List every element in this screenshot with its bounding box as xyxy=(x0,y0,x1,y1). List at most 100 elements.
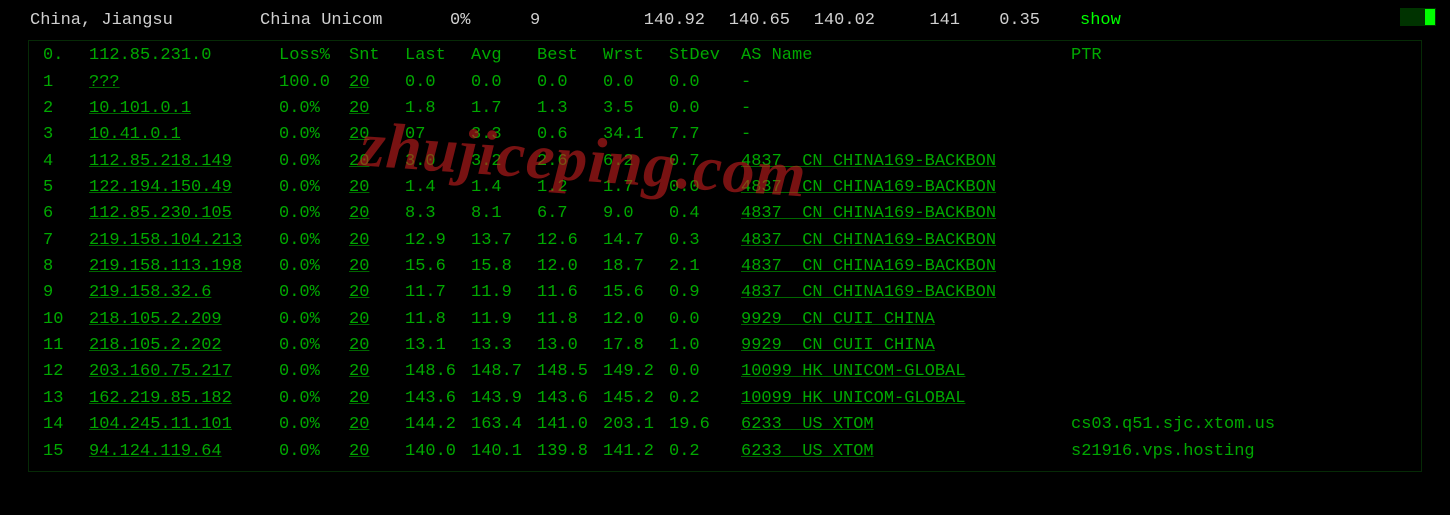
hop-loss: 100.0 xyxy=(279,70,349,96)
hop-snt[interactable]: 20 xyxy=(349,228,405,254)
hop-wrst: 15.6 xyxy=(603,280,669,306)
hop-avg: 11.9 xyxy=(471,280,537,306)
hop-asname[interactable]: 6233 US XTOM xyxy=(735,439,1061,465)
hop-last: 1.4 xyxy=(405,175,471,201)
hop-host[interactable]: 162.219.85.182 xyxy=(89,386,279,412)
hop-asname[interactable]: 9929 CN CUII CHINA xyxy=(735,333,1061,359)
hop-host[interactable]: 218.105.2.202 xyxy=(89,333,279,359)
hop-host[interactable]: 10.101.0.1 xyxy=(89,96,279,122)
hop-ptr xyxy=(1061,201,1407,227)
hop-avg: 8.1 xyxy=(471,201,537,227)
hop-last: 12.9 xyxy=(405,228,471,254)
hdr-target-host[interactable]: 112.85.231.0 xyxy=(89,43,279,69)
hdr-wrst: Wrst xyxy=(603,43,669,69)
hop-asname[interactable]: 4837 CN CHINA169-BACKBON xyxy=(735,175,1061,201)
hop-row: 12203.160.75.2170.0%20148.6148.7148.5149… xyxy=(29,359,1421,385)
hop-asname[interactable]: 4837 CN CHINA169-BACKBON xyxy=(735,201,1061,227)
summary-wrst: 141 xyxy=(875,8,960,34)
hop-ptr xyxy=(1061,280,1407,306)
hop-asname: - xyxy=(735,96,1061,122)
hop-loss: 0.0% xyxy=(279,254,349,280)
traceroute-panel: 0. 112.85.231.0 Loss% Snt Last Avg Best … xyxy=(28,40,1422,472)
hop-snt[interactable]: 20 xyxy=(349,201,405,227)
hop-host[interactable]: 203.160.75.217 xyxy=(89,359,279,385)
hop-snt[interactable]: 20 xyxy=(349,307,405,333)
hop-avg: 1.4 xyxy=(471,175,537,201)
hop-index: 3 xyxy=(43,122,89,148)
hop-best: 11.6 xyxy=(537,280,603,306)
hop-index: 1 xyxy=(43,70,89,96)
hop-stdev: 0.0 xyxy=(669,359,735,385)
hop-snt[interactable]: 20 xyxy=(349,280,405,306)
hop-asname[interactable]: 10099 HK UNICOM-GLOBAL xyxy=(735,359,1061,385)
hop-host[interactable]: 94.124.119.64 xyxy=(89,439,279,465)
hop-ptr xyxy=(1061,333,1407,359)
hop-stdev: 0.2 xyxy=(669,386,735,412)
hop-avg: 0.0 xyxy=(471,70,537,96)
hop-avg: 13.7 xyxy=(471,228,537,254)
hop-host[interactable]: 112.85.230.105 xyxy=(89,201,279,227)
hop-row: 11218.105.2.2020.0%2013.113.313.017.81.0… xyxy=(29,333,1421,359)
hop-last: 140.0 xyxy=(405,439,471,465)
hop-snt[interactable]: 20 xyxy=(349,359,405,385)
hop-snt[interactable]: 20 xyxy=(349,254,405,280)
hop-best: 1.3 xyxy=(537,96,603,122)
hop-stdev: 0.3 xyxy=(669,228,735,254)
hop-snt[interactable]: 20 xyxy=(349,175,405,201)
hdr-snt: Snt xyxy=(349,43,405,69)
hop-stdev: 0.0 xyxy=(669,307,735,333)
hop-loss: 0.0% xyxy=(279,201,349,227)
hop-row: 7219.158.104.2130.0%2012.913.712.614.70.… xyxy=(29,228,1421,254)
hop-host[interactable]: 219.158.104.213 xyxy=(89,228,279,254)
hop-asname[interactable]: 10099 HK UNICOM-GLOBAL xyxy=(735,386,1061,412)
hop-stdev: 0.4 xyxy=(669,201,735,227)
hop-snt[interactable]: 20 xyxy=(349,149,405,175)
hop-host[interactable]: 219.158.32.6 xyxy=(89,280,279,306)
hop-last: 3.0 xyxy=(405,149,471,175)
hop-index: 4 xyxy=(43,149,89,175)
hop-row: 9219.158.32.60.0%2011.711.911.615.60.948… xyxy=(29,280,1421,306)
hop-wrst: 9.0 xyxy=(603,201,669,227)
summary-loss: 0% xyxy=(450,8,530,34)
hop-host[interactable]: ??? xyxy=(89,70,279,96)
hop-asname[interactable]: 4837 CN CHINA169-BACKBON xyxy=(735,149,1061,175)
hop-wrst: 17.8 xyxy=(603,333,669,359)
hop-asname[interactable]: 4837 CN CHINA169-BACKBON xyxy=(735,228,1061,254)
hop-stdev: 0.0 xyxy=(669,175,735,201)
hop-index: 2 xyxy=(43,96,89,122)
hop-asname[interactable]: 9929 CN CUII CHINA xyxy=(735,307,1061,333)
hdr-ptr: PTR xyxy=(1061,43,1407,69)
hop-loss: 0.0% xyxy=(279,412,349,438)
hop-stdev: 19.6 xyxy=(669,412,735,438)
hop-wrst: 149.2 xyxy=(603,359,669,385)
hop-host[interactable]: 122.194.150.49 xyxy=(89,175,279,201)
hop-snt[interactable]: 20 xyxy=(349,439,405,465)
hop-best: 139.8 xyxy=(537,439,603,465)
hop-host[interactable]: 218.105.2.209 xyxy=(89,307,279,333)
hop-wrst: 18.7 xyxy=(603,254,669,280)
hop-asname[interactable]: 4837 CN CHINA169-BACKBON xyxy=(735,254,1061,280)
hdr-stdev: StDev xyxy=(669,43,735,69)
hop-row: 14104.245.11.1010.0%20144.2163.4141.0203… xyxy=(29,412,1421,438)
hop-snt[interactable]: 20 xyxy=(349,96,405,122)
hop-snt[interactable]: 20 xyxy=(349,70,405,96)
hop-asname[interactable]: 4837 CN CHINA169-BACKBON xyxy=(735,280,1061,306)
hop-snt[interactable]: 20 xyxy=(349,333,405,359)
hop-index: 6 xyxy=(43,201,89,227)
hop-host[interactable]: 10.41.0.1 xyxy=(89,122,279,148)
hop-last: 148.6 xyxy=(405,359,471,385)
hop-snt[interactable]: 20 xyxy=(349,122,405,148)
hop-snt[interactable]: 20 xyxy=(349,412,405,438)
hop-host[interactable]: 104.245.11.101 xyxy=(89,412,279,438)
hop-last: 1.8 xyxy=(405,96,471,122)
show-link[interactable]: show xyxy=(1080,8,1121,34)
hop-best: 2.6 xyxy=(537,149,603,175)
hop-snt[interactable]: 20 xyxy=(349,386,405,412)
hop-host[interactable]: 219.158.113.198 xyxy=(89,254,279,280)
hop-host[interactable]: 112.85.218.149 xyxy=(89,149,279,175)
hop-wrst: 203.1 xyxy=(603,412,669,438)
hop-asname[interactable]: 6233 US XTOM xyxy=(735,412,1061,438)
hop-loss: 0.0% xyxy=(279,307,349,333)
hop-ptr xyxy=(1061,149,1407,175)
hop-row: 4112.85.218.1490.0%203.03.22.66.20.74837… xyxy=(29,149,1421,175)
